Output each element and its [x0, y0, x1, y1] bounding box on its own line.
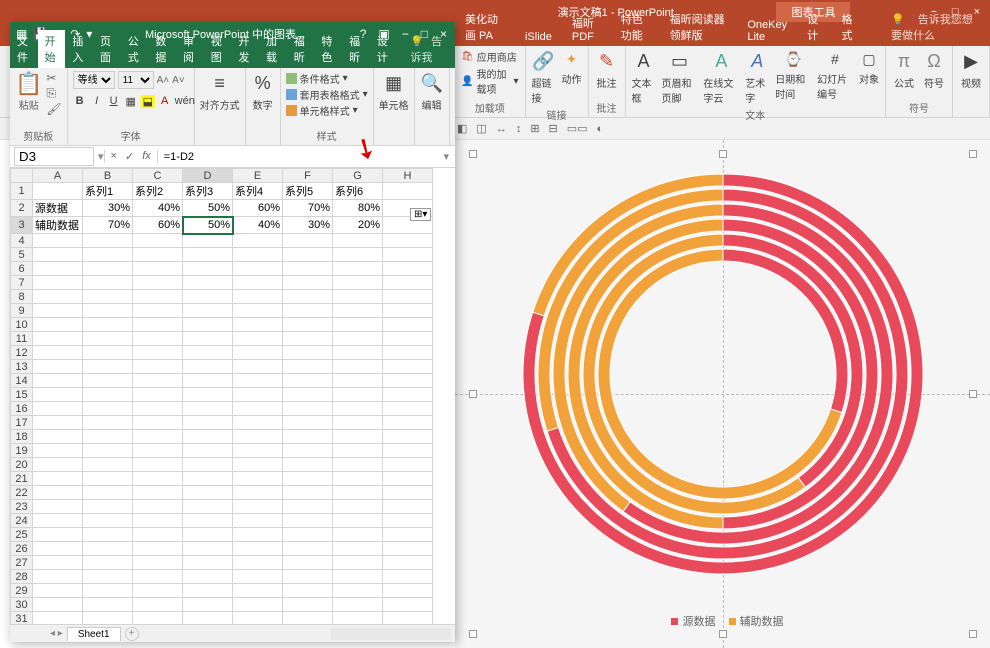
excel-ribbon: 📋粘贴 ✂ ⎘ 🖌 剪贴板 等线 11 A˄ A˅ B — [10, 68, 455, 146]
qat-icon[interactable]: ▭▭ — [565, 122, 590, 135]
excel-tab[interactable]: 福昕 — [287, 30, 315, 68]
resize-handle[interactable] — [469, 150, 477, 158]
horizontal-scrollbar[interactable] — [331, 628, 451, 640]
qat-icon[interactable]: ⊟ — [547, 122, 560, 135]
smart-tag-icon[interactable]: ⊞▾ — [410, 208, 431, 221]
cell-style-button[interactable]: 单元格样式 ▾ — [286, 103, 368, 118]
fill-color-icon[interactable]: ⬓ — [141, 95, 155, 108]
increase-font-icon[interactable]: A˄ — [157, 75, 170, 86]
wordart-button[interactable]: A艺术字 — [745, 49, 769, 105]
ppt-tab[interactable]: 福昕阅读器领鲜版 — [660, 8, 738, 46]
number-format-button[interactable]: %数字 — [251, 71, 275, 112]
excel-tab-strip: 文件 开始 插入 页面 公式 数据 审阅 视图 开发 加载 福昕 特色 福昕 设… — [10, 46, 455, 68]
border-icon[interactable]: ▦ — [124, 95, 138, 108]
ppt-tell-me[interactable]: 💡 告诉我您想要做什么 — [881, 8, 990, 46]
qat-icon[interactable]: ↕ — [514, 123, 524, 135]
datetime-button[interactable]: ⌚日期和时间 — [775, 49, 811, 101]
excel-tab[interactable]: 审阅 — [176, 30, 204, 68]
paste-button[interactable]: 📋粘贴 — [15, 71, 42, 112]
app-store-button[interactable]: 🛍应用商店 — [461, 49, 519, 64]
table-format-button[interactable]: 套用表格格式 ▾ — [286, 87, 368, 102]
excel-tab[interactable]: 特色 — [314, 30, 342, 68]
chart-object-frame[interactable]: 源数据 辅助数据 — [473, 154, 973, 634]
legend-swatch-aux — [729, 618, 736, 625]
spreadsheet-grid[interactable]: ABCDEFGH1系列1系列2系列3系列4系列5系列62源数据30%40%50%… — [10, 168, 455, 624]
name-box[interactable] — [14, 147, 94, 166]
font-size-select[interactable]: 11 — [118, 71, 154, 89]
resize-handle[interactable] — [469, 630, 477, 638]
editing-button[interactable]: 🔍编辑 — [420, 71, 444, 112]
excel-tab[interactable]: 加载 — [259, 30, 287, 68]
add-sheet-button[interactable]: + — [125, 627, 139, 641]
doughnut-chart[interactable] — [473, 154, 973, 594]
online-wordcloud-button[interactable]: A在线文字云 — [703, 49, 739, 105]
chart-legend: 源数据 辅助数据 — [473, 613, 973, 629]
format-painter-icon[interactable]: 🖌 — [46, 102, 61, 116]
font-name-select[interactable]: 等线 — [73, 71, 115, 89]
resize-handle[interactable] — [969, 150, 977, 158]
sheet-tab[interactable]: Sheet1 — [67, 627, 121, 641]
qat-icon[interactable]: ◐ — [595, 123, 606, 135]
hyperlink-button[interactable]: 🔗超链接 — [532, 49, 556, 105]
qat-icon[interactable]: ⊞ — [528, 122, 541, 135]
slide-number-button[interactable]: #幻灯片编号 — [817, 49, 853, 101]
qat-icon[interactable]: ◫ — [474, 122, 488, 135]
fx-icon[interactable]: fx — [142, 150, 151, 163]
symbol-button[interactable]: Ω符号 — [922, 49, 946, 90]
excel-tab-home[interactable]: 开始 — [38, 30, 66, 68]
header-footer-button[interactable]: ▭页眉和页脚 — [662, 49, 698, 105]
action-button[interactable]: ✦动作 — [562, 49, 582, 86]
font-color-icon[interactable]: A — [158, 95, 172, 108]
sheet-tab-bar: ◂ ▸ Sheet1 + — [10, 624, 455, 642]
alignment-button[interactable]: ≡对齐方式 — [200, 71, 240, 112]
resize-handle[interactable] — [969, 390, 977, 398]
excel-tab[interactable]: 公式 — [121, 30, 149, 68]
enter-formula-icon[interactable]: ✓ — [125, 150, 134, 163]
ppt-slide-canvas[interactable]: 源数据 辅助数据 — [455, 140, 990, 648]
copy-icon[interactable]: ⎘ — [46, 86, 61, 101]
formula-input[interactable]: =1-D2 ➘ — [158, 150, 438, 164]
expand-formula-icon[interactable]: ▾ — [437, 150, 455, 163]
excel-tab[interactable]: 设计 — [370, 30, 398, 68]
equation-button[interactable]: π公式 — [892, 49, 916, 90]
resize-handle[interactable] — [719, 630, 727, 638]
qat-icon[interactable]: ◧ — [455, 122, 469, 135]
ppt-tab[interactable]: 设计 — [797, 8, 831, 46]
my-addins-button[interactable]: 👤我的加载项 ▾ — [461, 66, 519, 96]
video-button[interactable]: ▶视频 — [959, 49, 983, 90]
textbox-button[interactable]: A文本框 — [632, 49, 656, 105]
excel-tab[interactable]: 页面 — [93, 30, 121, 68]
excel-tab[interactable]: 开发 — [231, 30, 259, 68]
italic-icon[interactable]: I — [90, 95, 104, 108]
ppt-tab[interactable]: 格式 — [832, 8, 866, 46]
ppt-tab[interactable]: 特色功能 — [611, 8, 660, 46]
cut-icon[interactable]: ✂ — [46, 71, 61, 85]
excel-tab-file[interactable]: 文件 — [10, 30, 38, 68]
conditional-format-button[interactable]: 条件格式 ▾ — [286, 71, 368, 86]
excel-tell-me[interactable]: 💡告诉我 — [403, 30, 455, 68]
ppt-tab[interactable]: 美化动画 PA — [455, 8, 515, 46]
formula-bar: ▾ × ✓ fx =1-D2 ➘ ▾ — [10, 146, 455, 168]
excel-tab[interactable]: 福昕 — [342, 30, 370, 68]
cancel-formula-icon[interactable]: × — [111, 150, 117, 163]
excel-tab[interactable]: 插入 — [65, 30, 93, 68]
qat-icon[interactable]: ↔ — [494, 123, 509, 135]
resize-handle[interactable] — [469, 390, 477, 398]
bold-icon[interactable]: B — [73, 95, 87, 108]
legend-swatch-src — [671, 618, 678, 625]
phonetic-icon[interactable]: wén — [175, 95, 189, 108]
decrease-font-icon[interactable]: A˅ — [172, 75, 185, 86]
excel-datasheet-window[interactable]: ▦ 💾 ↶ ↷ ▾ Microsoft PowerPoint 中的图表... ?… — [10, 22, 455, 642]
resize-handle[interactable] — [719, 150, 727, 158]
underline-icon[interactable]: U — [107, 95, 121, 108]
ppt-tab[interactable]: iSlide — [515, 28, 562, 46]
cells-button[interactable]: ▦单元格 — [379, 71, 409, 112]
comment-button[interactable]: ✎批注 — [595, 49, 619, 90]
excel-tab[interactable]: 数据 — [148, 30, 176, 68]
resize-handle[interactable] — [969, 630, 977, 638]
ppt-tab[interactable]: 福昕PDF — [562, 12, 611, 46]
ppt-tab[interactable]: OneKey Lite — [737, 16, 797, 46]
object-button[interactable]: ▢对象 — [859, 49, 879, 86]
excel-tab[interactable]: 视图 — [204, 30, 232, 68]
